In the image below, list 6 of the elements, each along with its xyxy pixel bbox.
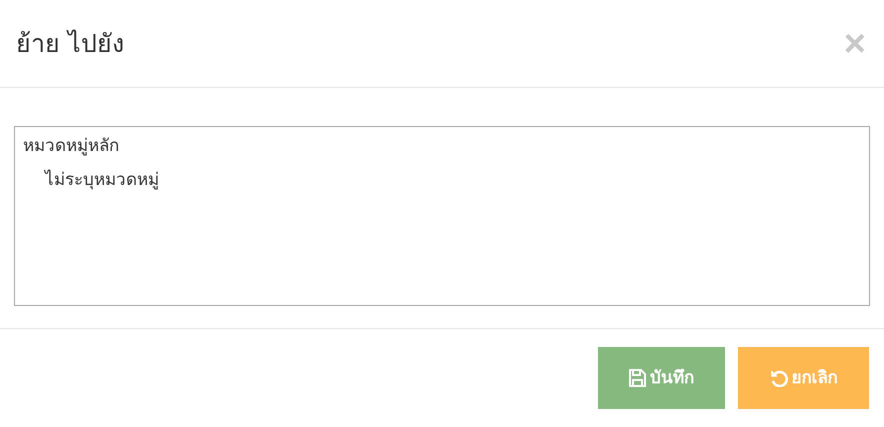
floppy-disk-icon xyxy=(629,369,646,387)
list-option[interactable]: หมวดหมู่หลัก xyxy=(23,129,119,163)
dialog-title: ย้าย ไปยัง xyxy=(16,28,124,60)
category-listbox[interactable]: หมวดหมู่หลัก ไม่ระบุหมวดหมู่ xyxy=(14,126,870,306)
list-option[interactable]: ไม่ระบุหมวดหมู่ xyxy=(45,163,159,197)
undo-icon xyxy=(770,369,788,387)
